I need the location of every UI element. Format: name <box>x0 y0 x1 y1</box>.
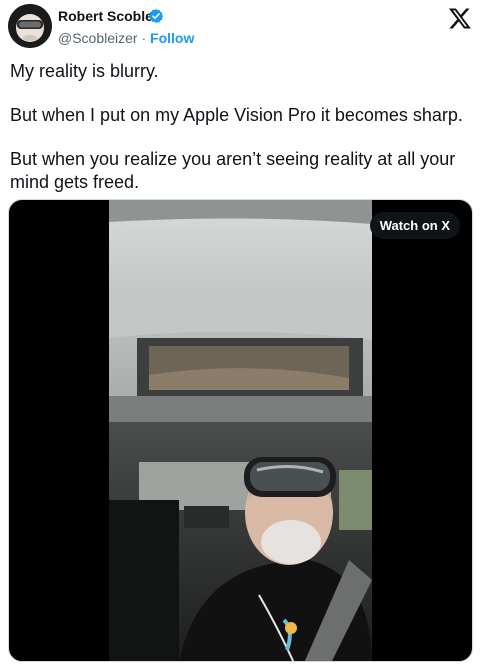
tweet-text: My reality is blurry. But when I put on … <box>10 60 470 215</box>
tweet-paragraph: But when I put on my Apple Vision Pro it… <box>10 105 463 125</box>
follow-link[interactable]: Follow <box>150 30 194 46</box>
video-frame[interactable] <box>109 200 372 661</box>
verified-badge-icon <box>148 8 164 24</box>
watch-on-x-button[interactable]: Watch on X <box>369 212 460 239</box>
x-logo-icon[interactable] <box>448 6 472 30</box>
tweet-paragraph: My reality is blurry. <box>10 61 159 81</box>
author-handle[interactable]: @Scobleizer <box>58 30 138 46</box>
author-handle-line: @Scobleizer · Follow <box>58 30 194 46</box>
handle-separator: · <box>137 30 151 46</box>
author-name[interactable]: Robert Scoble <box>58 8 153 24</box>
tweet-card: Robert Scoble @Scobleizer · Follow My re… <box>0 0 482 664</box>
tweet-paragraph: But when you realize you aren’t seeing r… <box>10 149 456 192</box>
author-avatar[interactable] <box>8 4 52 48</box>
video-player[interactable]: Watch on X <box>8 199 473 662</box>
